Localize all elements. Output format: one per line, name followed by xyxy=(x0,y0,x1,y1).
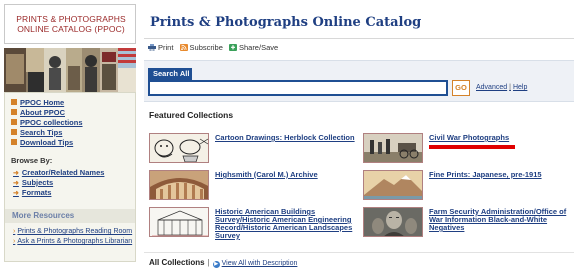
arrow-right-icon: ➜ xyxy=(13,180,19,187)
bullet-icon xyxy=(11,129,17,135)
more-label: Ask a Prints & Photographs Librarian xyxy=(17,238,133,245)
collection-label[interactable]: Fine Prints: Japanese, pre-1915 xyxy=(429,171,569,179)
collection-label[interactable]: Civil War Photographs xyxy=(429,134,569,142)
nav-item-download-tips[interactable]: Download Tips xyxy=(11,138,83,148)
arrow-right-icon: › xyxy=(13,238,16,245)
subscribe-label: Subscribe xyxy=(189,43,223,52)
logo-line-1: PRINTS & PHOTOGRAPHS xyxy=(16,14,126,24)
arrow-right-icon: ➜ xyxy=(13,190,19,197)
collection-thumbnail[interactable] xyxy=(149,133,209,163)
logo-line-2: ONLINE CATALOG (PPOC) xyxy=(17,24,125,34)
nav-label: PPOC Home xyxy=(20,98,65,107)
go-button[interactable]: GO xyxy=(452,80,470,96)
bullet-icon xyxy=(11,109,17,115)
nav-label: About PPOC xyxy=(20,108,65,117)
arrow-right-icon: ➜ xyxy=(13,170,19,177)
japanese-print-thumbnail-image xyxy=(364,171,422,199)
collection-thumbnail[interactable] xyxy=(363,207,423,237)
arrow-circle-icon: ▶ xyxy=(212,261,220,268)
browse-list: ➜ Creator/Related Names ➜ Subjects ➜ Format… xyxy=(13,168,104,198)
collage-image xyxy=(4,48,136,92)
print-label: Print xyxy=(158,43,174,52)
architectural-drawing-thumbnail-image xyxy=(150,208,208,236)
browse-label: Creator/Related Names xyxy=(21,168,105,177)
page-tools: Print Subscribe Share/Save xyxy=(148,43,282,52)
all-collections-row: All Collections | ▶ View All with Descripti… xyxy=(149,258,297,268)
arrow-right-icon: › xyxy=(13,228,16,235)
help-link[interactable]: Help xyxy=(513,84,527,91)
browse-label: Subjects xyxy=(21,178,54,187)
highlight-bar xyxy=(429,145,515,149)
collection-thumbnail[interactable] xyxy=(149,207,209,237)
view-all-link[interactable]: View All with Description xyxy=(222,260,298,267)
more-resources-list: › Prints & Photographs Reading Room › Ask … xyxy=(13,228,133,248)
more-item-ask-librarian[interactable]: › Ask a Prints & Photographs Librarian xyxy=(13,238,133,246)
nav-label: Download Tips xyxy=(20,138,74,147)
photo-collage xyxy=(4,48,136,92)
bullet-icon xyxy=(11,99,17,105)
search-all-tab[interactable]: Search All xyxy=(148,68,192,80)
browse-by-heading: Browse By: xyxy=(11,156,53,165)
more-resources-title: More Resources xyxy=(12,211,75,220)
more-label: Prints & Photographs Reading Room xyxy=(17,228,133,235)
bullet-icon xyxy=(11,139,17,145)
fsa-photo-thumbnail-image xyxy=(364,208,422,236)
cartoon-thumbnail-image xyxy=(150,134,208,162)
more-resources-header: More Resources xyxy=(5,209,135,223)
main-content: Prints & Photographs Online Catalog Prin… xyxy=(144,0,574,272)
nav-item-ppoc-collections[interactable]: PPOC collections xyxy=(11,118,83,128)
collection-label[interactable]: Farm Security Administration/Office of W… xyxy=(429,208,569,232)
search-area: Search All GO Advanced | Help xyxy=(144,60,574,102)
nav-label: PPOC collections xyxy=(20,118,83,127)
browse-item-subjects[interactable]: ➜ Subjects xyxy=(13,178,104,188)
advanced-search-link[interactable]: Advanced xyxy=(476,84,507,91)
browse-label: Formats xyxy=(21,188,52,197)
collection-cartoon-drawings[interactable]: Cartoon Drawings: Herblock Collection xyxy=(149,133,355,167)
printer-icon xyxy=(148,44,156,51)
collection-label[interactable]: Highsmith (Carol M.) Archive xyxy=(215,171,355,179)
collection-thumbnail[interactable] xyxy=(149,170,209,200)
collection-fsa-owi[interactable]: Farm Security Administration/Office of W… xyxy=(363,207,566,241)
highsmith-thumbnail-image xyxy=(150,171,208,199)
collection-highsmith[interactable]: Highsmith (Carol M.) Archive xyxy=(149,170,349,204)
share-label: Share/Save xyxy=(238,43,279,52)
collection-label[interactable]: Historic American Buildings Survey/Histo… xyxy=(215,208,355,240)
ppoc-logo[interactable]: PRINTS & PHOTOGRAPHS ONLINE CATALOG (PPO… xyxy=(4,4,136,44)
search-input[interactable] xyxy=(148,80,448,96)
featured-collections-heading: Featured Collections xyxy=(149,110,234,120)
print-link[interactable]: Print xyxy=(148,43,173,52)
collection-civil-war[interactable]: Civil War Photographs xyxy=(363,133,563,167)
divider xyxy=(144,38,574,39)
civil-war-thumbnail-image xyxy=(364,134,422,162)
search-links: Advanced | Help xyxy=(476,84,527,91)
link-separator: | xyxy=(509,84,511,91)
collection-thumbnail[interactable] xyxy=(363,133,423,163)
collection-habs-haer-hals[interactable]: Historic American Buildings Survey/Histo… xyxy=(149,207,352,241)
share-link[interactable]: Share/Save xyxy=(228,43,279,52)
browse-item-creator[interactable]: ➜ Creator/Related Names xyxy=(13,168,104,178)
browse-item-formats[interactable]: ➜ Formats xyxy=(13,188,104,198)
rss-icon xyxy=(179,44,188,51)
sidebar-nav: PPOC Home About PPOC PPOC collections Se… xyxy=(4,92,136,262)
nav-label: Search Tips xyxy=(20,128,63,137)
bullet-icon xyxy=(11,119,17,125)
collection-label[interactable]: Cartoon Drawings: Herblock Collection xyxy=(215,134,355,142)
subscribe-link[interactable]: Subscribe xyxy=(179,43,223,52)
collection-thumbnail[interactable] xyxy=(363,170,423,200)
collection-japanese-prints[interactable]: Fine Prints: Japanese, pre-1915 xyxy=(363,170,563,204)
nav-item-ppoc-home[interactable]: PPOC Home xyxy=(11,98,83,108)
all-collections-heading: All Collections xyxy=(149,258,205,267)
nav-item-about-ppoc[interactable]: About PPOC xyxy=(11,108,83,118)
nav-list: PPOC Home About PPOC PPOC collections Se… xyxy=(11,98,83,148)
more-item-reading-room[interactable]: › Prints & Photographs Reading Room xyxy=(13,228,133,236)
divider xyxy=(144,252,574,253)
nav-item-search-tips[interactable]: Search Tips xyxy=(11,128,83,138)
share-icon xyxy=(228,44,237,51)
page-title: Prints & Photographs Online Catalog xyxy=(150,15,422,30)
separator: | xyxy=(207,258,210,267)
sidebar: PRINTS & PHOTOGRAPHS ONLINE CATALOG (PPO… xyxy=(4,4,138,268)
